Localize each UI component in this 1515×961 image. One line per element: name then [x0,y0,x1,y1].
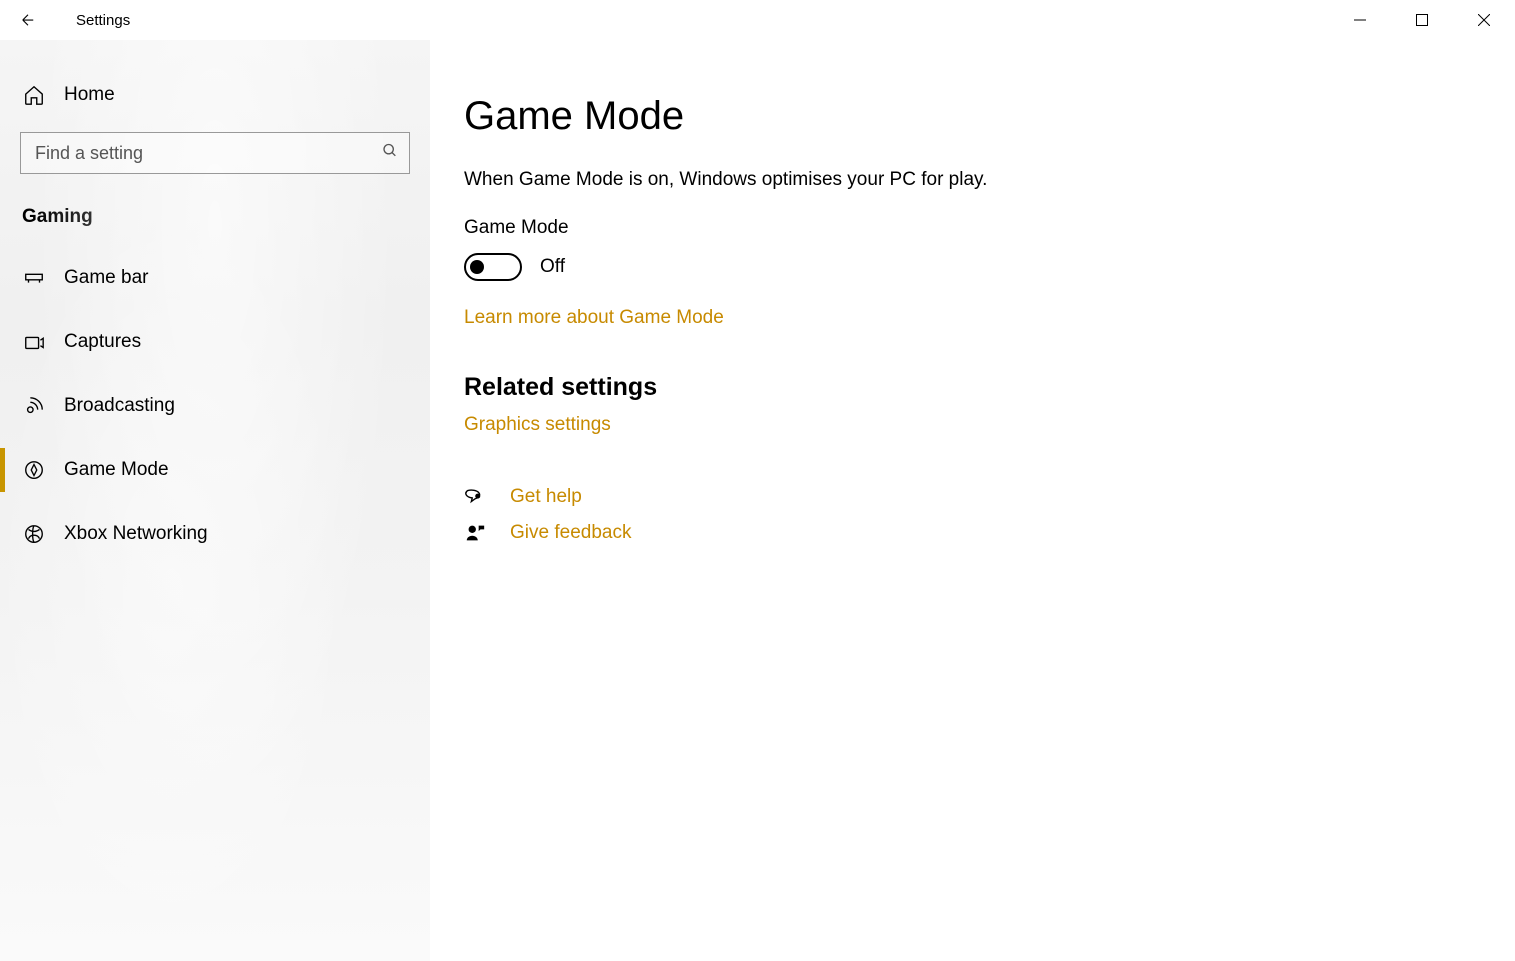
sidebar-item-xbox-networking[interactable]: Xbox Networking [0,502,430,566]
titlebar: Settings [0,0,1515,40]
window-controls [1329,0,1515,40]
learn-more-link[interactable]: Learn more about Game Mode [464,307,724,329]
home-icon [22,83,46,107]
toggle-label: Game Mode [464,217,1475,239]
search-icon [382,143,398,164]
main-container: Home Gaming Game bar Captures Broa [0,40,1515,961]
toggle-row: Off [464,253,1475,281]
broadcasting-icon [22,394,46,418]
sidebar-item-captures[interactable]: Captures [0,310,430,374]
search-input[interactable] [20,132,410,174]
xbox-icon [22,522,46,546]
help-icon [464,486,486,508]
sidebar-home[interactable]: Home [0,68,430,122]
search-container [20,132,410,174]
game-mode-icon [22,458,46,482]
sidebar: Home Gaming Game bar Captures Broa [0,40,430,961]
graphics-settings-link[interactable]: Graphics settings [464,414,611,436]
give-feedback-row: Give feedback [464,522,1475,544]
get-help-row: Get help [464,486,1475,508]
back-button[interactable] [8,0,48,40]
maximize-icon [1416,14,1428,26]
nav-label: Home [64,84,115,106]
page-title: Game Mode [464,94,1475,139]
nav-label: Game bar [64,267,148,289]
minimize-icon [1354,14,1366,26]
nav-label: Captures [64,331,141,353]
minimize-button[interactable] [1329,0,1391,40]
sidebar-item-game-mode[interactable]: Game Mode [0,438,430,502]
sidebar-item-game-bar[interactable]: Game bar [0,246,430,310]
sidebar-item-broadcasting[interactable]: Broadcasting [0,374,430,438]
feedback-icon [464,522,486,544]
nav-label: Broadcasting [64,395,175,417]
arrow-left-icon [19,11,37,29]
close-icon [1478,14,1490,26]
toggle-state-text: Off [540,256,565,278]
nav-label: Game Mode [64,459,169,481]
related-settings-heading: Related settings [464,373,1475,402]
close-button[interactable] [1453,0,1515,40]
get-help-link[interactable]: Get help [510,486,582,508]
app-title: Settings [76,12,130,29]
game-mode-toggle[interactable] [464,253,522,281]
sidebar-section-header: Gaming [0,192,430,246]
captures-icon [22,330,46,354]
page-description: When Game Mode is on, Windows optimises … [464,169,1475,191]
nav-label: Xbox Networking [64,523,208,545]
maximize-button[interactable] [1391,0,1453,40]
game-bar-icon [22,266,46,290]
toggle-knob [470,260,484,274]
help-links: Get help Give feedback [464,486,1475,544]
content-area: Game Mode When Game Mode is on, Windows … [430,40,1515,961]
give-feedback-link[interactable]: Give feedback [510,522,631,544]
